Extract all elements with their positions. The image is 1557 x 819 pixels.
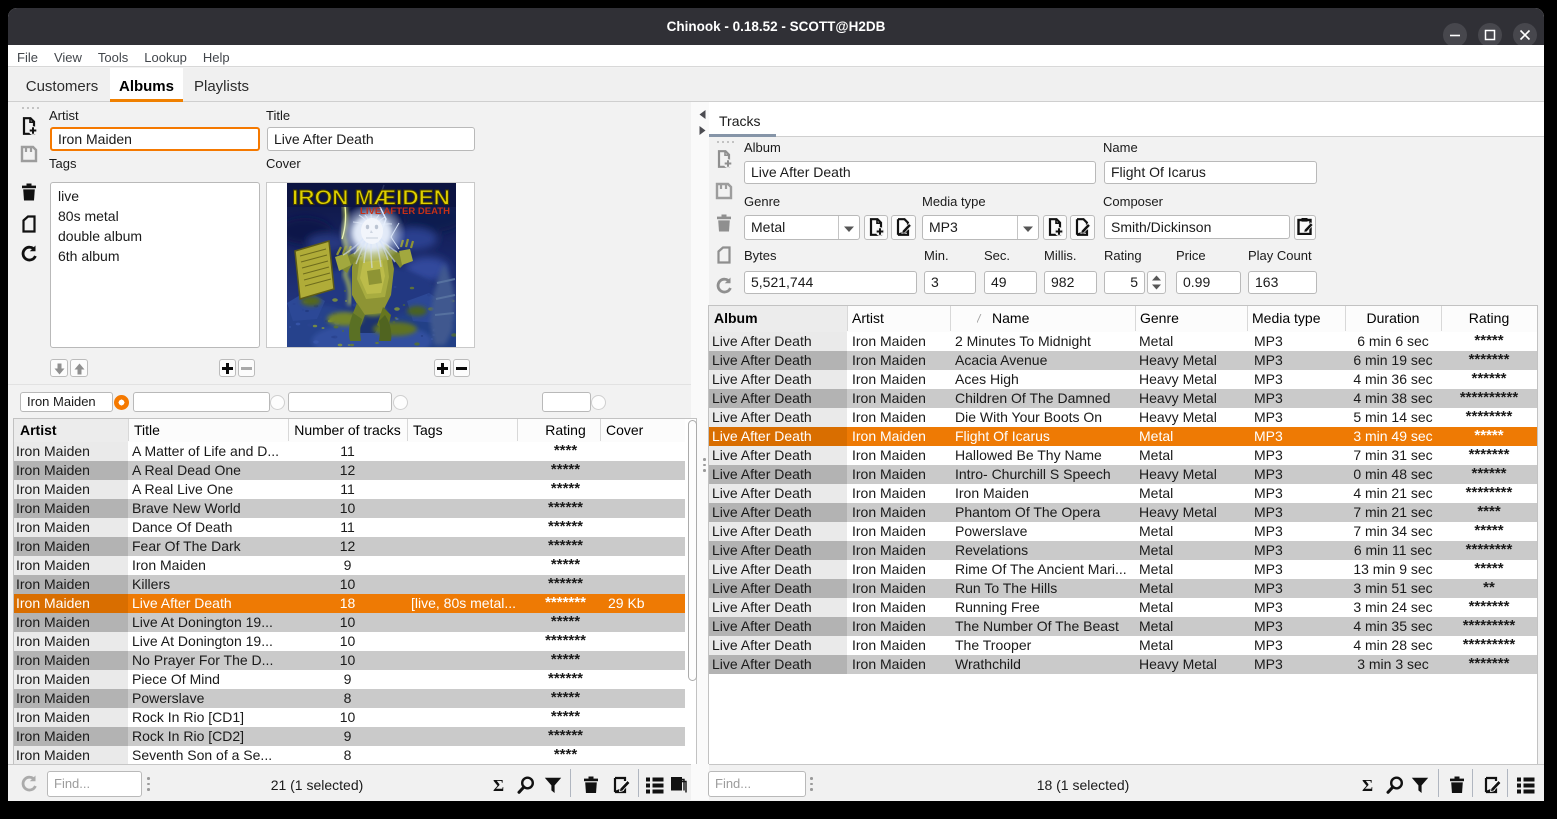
svg-text:LIVE AFTER DEATH: LIVE AFTER DEATH: [360, 206, 450, 217]
